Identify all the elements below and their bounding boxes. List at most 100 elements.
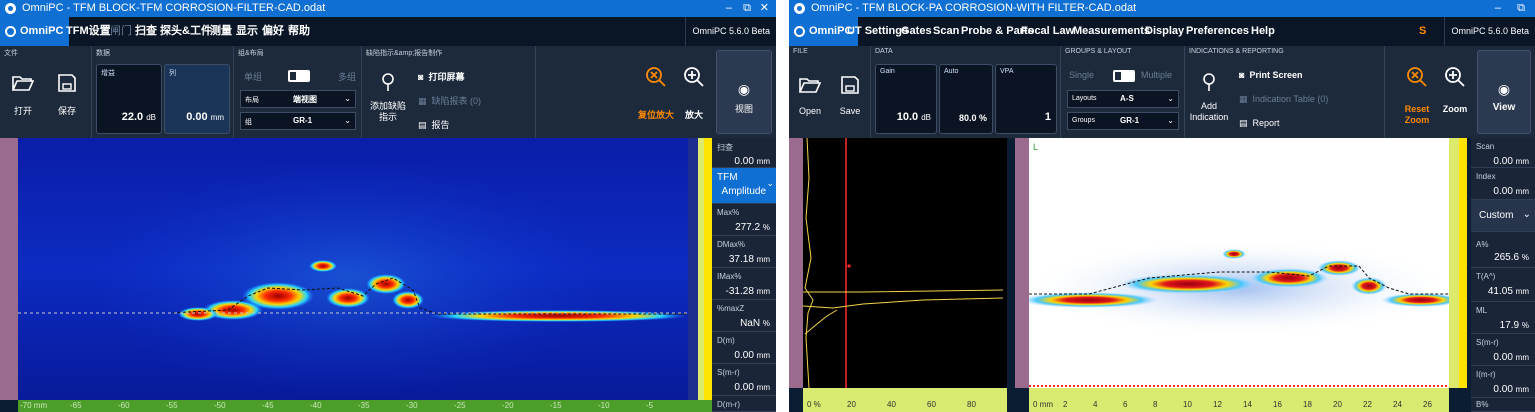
report-button[interactable]: ▤ 报告 (418, 118, 450, 131)
restore-icon[interactable]: ⧉ (1517, 0, 1525, 17)
menu-measurements[interactable]: Measurements (1073, 17, 1150, 46)
menu-preferences[interactable]: 偏好 (262, 17, 284, 46)
readout-unit: mm (756, 287, 770, 296)
vpa-tile[interactable]: VPA 1 (995, 64, 1057, 134)
reset-zoom-icon (646, 67, 666, 87)
add-indication-button[interactable]: Add Indication (1187, 72, 1231, 123)
view-button[interactable]: ◉ View (1477, 50, 1531, 134)
reset-zoom-button[interactable]: Reset Zoom (1401, 66, 1433, 126)
ruler-tick-label: -35 (358, 401, 370, 410)
readout-smr[interactable]: S(m-r) 0.00 mm (1471, 334, 1535, 366)
readout-custom-dropdown[interactable]: Custom ⌄ (1471, 200, 1535, 232)
menu-ut-settings[interactable]: UT Settings (847, 17, 908, 46)
menu-help[interactable]: Help (1251, 17, 1275, 46)
gain-tile[interactable]: Gain 10.0 dB (875, 64, 937, 134)
readout-index[interactable]: Index 0.00 mm (1471, 168, 1535, 200)
view-button[interactable]: ◉ 视图 (716, 50, 772, 134)
column-tile[interactable]: 列 0.00 mm (164, 64, 230, 134)
readout-maxz[interactable]: %maxZ NaN % (712, 300, 776, 332)
readout-ml[interactable]: ML 17.9 % (1471, 302, 1535, 334)
menu-gates[interactable]: Gates (901, 17, 932, 46)
readout-imr[interactable]: I(m-r) 0.00 mm (1471, 366, 1535, 398)
gain-tile[interactable]: 增益 22.0 dB (96, 64, 162, 134)
menu-tfm-settings[interactable]: TFM设置 (66, 17, 111, 46)
menu-display[interactable]: Display (1145, 17, 1184, 46)
ruler-tick-label: -20 (502, 401, 514, 410)
print-screen-button[interactable]: ◙ 打印屏幕 (418, 70, 464, 83)
menu-display[interactable]: 显示 (236, 17, 258, 46)
omnipc-logo[interactable]: OmniPC (0, 17, 70, 46)
open-button[interactable]: 打开 (8, 74, 38, 117)
menu-preferences[interactable]: Preferences (1186, 17, 1249, 46)
gain-label: Gain (880, 68, 895, 75)
tfm-image-view[interactable] (18, 138, 688, 400)
column-value-wrap: 0.00 mm (186, 111, 224, 123)
save-button[interactable]: 保存 (52, 73, 82, 117)
indication-table-button[interactable]: ▦ 缺陷报表 (0) (418, 94, 481, 107)
readout-label: TFM (717, 172, 738, 183)
group-dropdown[interactable]: 组 GR-1 ⌄ (240, 112, 356, 130)
readout-value: 0.00 (1493, 156, 1513, 167)
reset-zoom-label: 复位放大 (637, 110, 674, 120)
layout-dropdown[interactable]: 布局 端视图 ⌄ (240, 90, 356, 108)
auto-tile[interactable]: Auto 80.0 % (939, 64, 993, 134)
readout-dmax[interactable]: DMax% 37.18 mm (712, 236, 776, 268)
open-button[interactable]: Open (795, 76, 825, 116)
readout-smr[interactable]: S(m-r) 0.00 mm (712, 364, 776, 396)
column-label: 列 (169, 70, 176, 77)
tfm-amplitude-image (18, 138, 688, 400)
readout-scan[interactable]: Scan 0.00 mm (1471, 138, 1535, 168)
ruler-tick-label: 8 (1153, 400, 1158, 409)
location-pin-icon (1203, 73, 1215, 91)
column-unit: mm (210, 113, 224, 122)
readout-tfm-mode[interactable]: TFM Amplitude ⌄ (712, 168, 776, 204)
readout-b[interactable]: B% (1471, 398, 1535, 412)
title-bar: OmniPC - TFM BLOCK-TFM CORROSION-FILTER-… (0, 0, 776, 17)
s-badge[interactable]: S (1419, 17, 1426, 46)
print-screen-button[interactable]: ◙ Print Screen (1239, 70, 1302, 80)
toggle-switch[interactable] (288, 70, 310, 82)
close-icon[interactable]: ✕ (760, 0, 769, 17)
ascan-view[interactable] (803, 138, 1007, 388)
indication-table-button[interactable]: ▦ Indication Table (0) (1239, 94, 1328, 105)
layouts-dropdown[interactable]: Layouts A-S ⌄ (1067, 90, 1179, 108)
menu-scan[interactable]: 扫查 (135, 17, 157, 46)
data-group-title: DATA (875, 48, 893, 55)
report-icon: ▤ (418, 120, 427, 130)
save-button[interactable]: Save (835, 75, 865, 116)
groups-dropdown[interactable]: Groups GR-1 ⌄ (1067, 112, 1179, 130)
menu-focal-law[interactable]: Focal Law (1021, 17, 1074, 46)
restore-icon[interactable]: ⧉ (743, 0, 751, 17)
menu-help[interactable]: 帮助 (288, 17, 310, 46)
readout-scan[interactable]: 扫查 0.00 mm (712, 138, 776, 168)
add-indication-button[interactable]: 添加缺陷指示 (366, 72, 410, 123)
readout-imax[interactable]: IMax% -31.28 mm (712, 268, 776, 300)
menu-scan[interactable]: Scan (933, 17, 959, 46)
multiple-label: Multiple (1141, 70, 1173, 80)
readout-ta[interactable]: T(A^) 41.05 mm (1471, 268, 1535, 302)
single-multiple-toggle[interactable]: Single Multiple (1069, 68, 1181, 84)
open-label: Open (798, 106, 822, 116)
sscan-view[interactable]: L (1029, 138, 1449, 388)
ruler-tick-label: 22 (1363, 400, 1372, 409)
depth-ruler (0, 138, 18, 400)
toggle-switch[interactable] (1113, 70, 1135, 82)
readout-max[interactable]: Max% 277.2 % (712, 204, 776, 236)
report-button[interactable]: ▤ Report (1239, 118, 1280, 129)
folder-open-icon (799, 78, 821, 93)
vpa-value: 1 (1044, 111, 1051, 123)
reset-zoom-button[interactable]: 复位放大 (634, 66, 678, 121)
menu-measurements[interactable]: 测量 (210, 17, 232, 46)
minimize-icon[interactable]: – (1495, 0, 1501, 17)
zoom-button[interactable]: Zoom (1439, 66, 1471, 114)
data-group: DATA Gain 10.0 dB Auto 80.0 % VPA 1 (871, 46, 1061, 138)
zoom-button[interactable]: 放大 (680, 66, 708, 121)
menu-gates[interactable]: 闸门 (110, 17, 132, 46)
readout-dm[interactable]: D(m) 0.00 mm (712, 332, 776, 364)
single-multiple-toggle[interactable]: 单组 多组 (244, 68, 356, 84)
minimize-icon[interactable]: – (726, 0, 732, 17)
readout-dmr[interactable]: D(m-r) (712, 396, 776, 412)
readout-a[interactable]: A% 265.6 % (1471, 232, 1535, 268)
menu-probe-parts[interactable]: 探头&工件 (160, 17, 212, 46)
ruler-tick-label: 12 (1213, 400, 1222, 409)
